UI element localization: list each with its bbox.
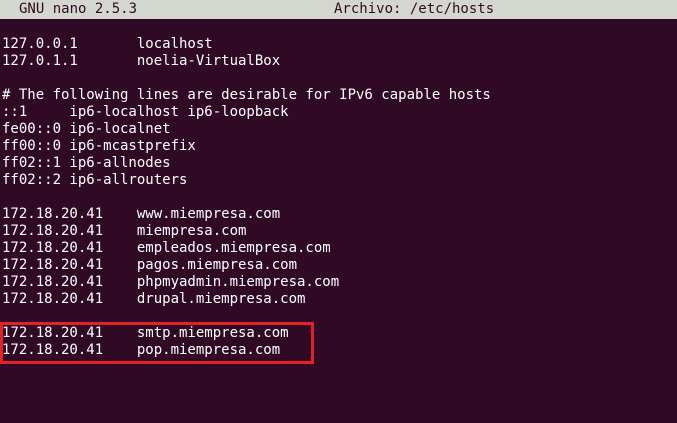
- hosts-line-drupal: 172.18.20.41 drupal.miempresa.com: [2, 291, 306, 307]
- hosts-line-phpmyadmin: 172.18.20.41 phpmyadmin.miempresa.com: [2, 274, 340, 290]
- highlight-box: [0, 322, 314, 364]
- hosts-line-empleados: 172.18.20.41 empleados.miempresa.com: [2, 240, 331, 256]
- file-name-label: Archivo: /etc/hosts: [334, 1, 495, 17]
- hosts-line-ipv6-loopback: ::1 ip6-localhost ip6-loopback: [2, 104, 289, 120]
- editor-buffer[interactable]: 127.0.0.1 localhost 127.0.1.1 noelia-Vir…: [2, 36, 672, 359]
- nano-version-label: GNU nano 2.5.3: [19, 1, 138, 17]
- hosts-line-ipv6-mcastprefix: ff00::0 ip6-mcastprefix: [2, 138, 196, 154]
- hosts-line-ipv6-localnet: fe00::0 ip6-localnet: [2, 121, 171, 137]
- hosts-line-www: 172.18.20.41 www.miempresa.com: [2, 206, 281, 222]
- hosts-line-miempresa: 172.18.20.41 miempresa.com: [2, 223, 247, 239]
- hosts-line-virtualbox: 127.0.1.1 noelia-VirtualBox: [2, 53, 281, 69]
- hosts-line-localhost: 127.0.0.1 localhost: [2, 36, 213, 52]
- nano-titlebar: GNU nano 2.5.3 Archivo: /etc/hosts: [0, 0, 677, 19]
- hosts-line-ipv6-allnodes: ff02::1 ip6-allnodes: [2, 155, 171, 171]
- ipv6-comment-line: # The following lines are desirable for …: [2, 87, 491, 103]
- hosts-line-pagos: 172.18.20.41 pagos.miempresa.com: [2, 257, 298, 273]
- hosts-line-ipv6-allrouters: ff02::2 ip6-allrouters: [2, 172, 188, 188]
